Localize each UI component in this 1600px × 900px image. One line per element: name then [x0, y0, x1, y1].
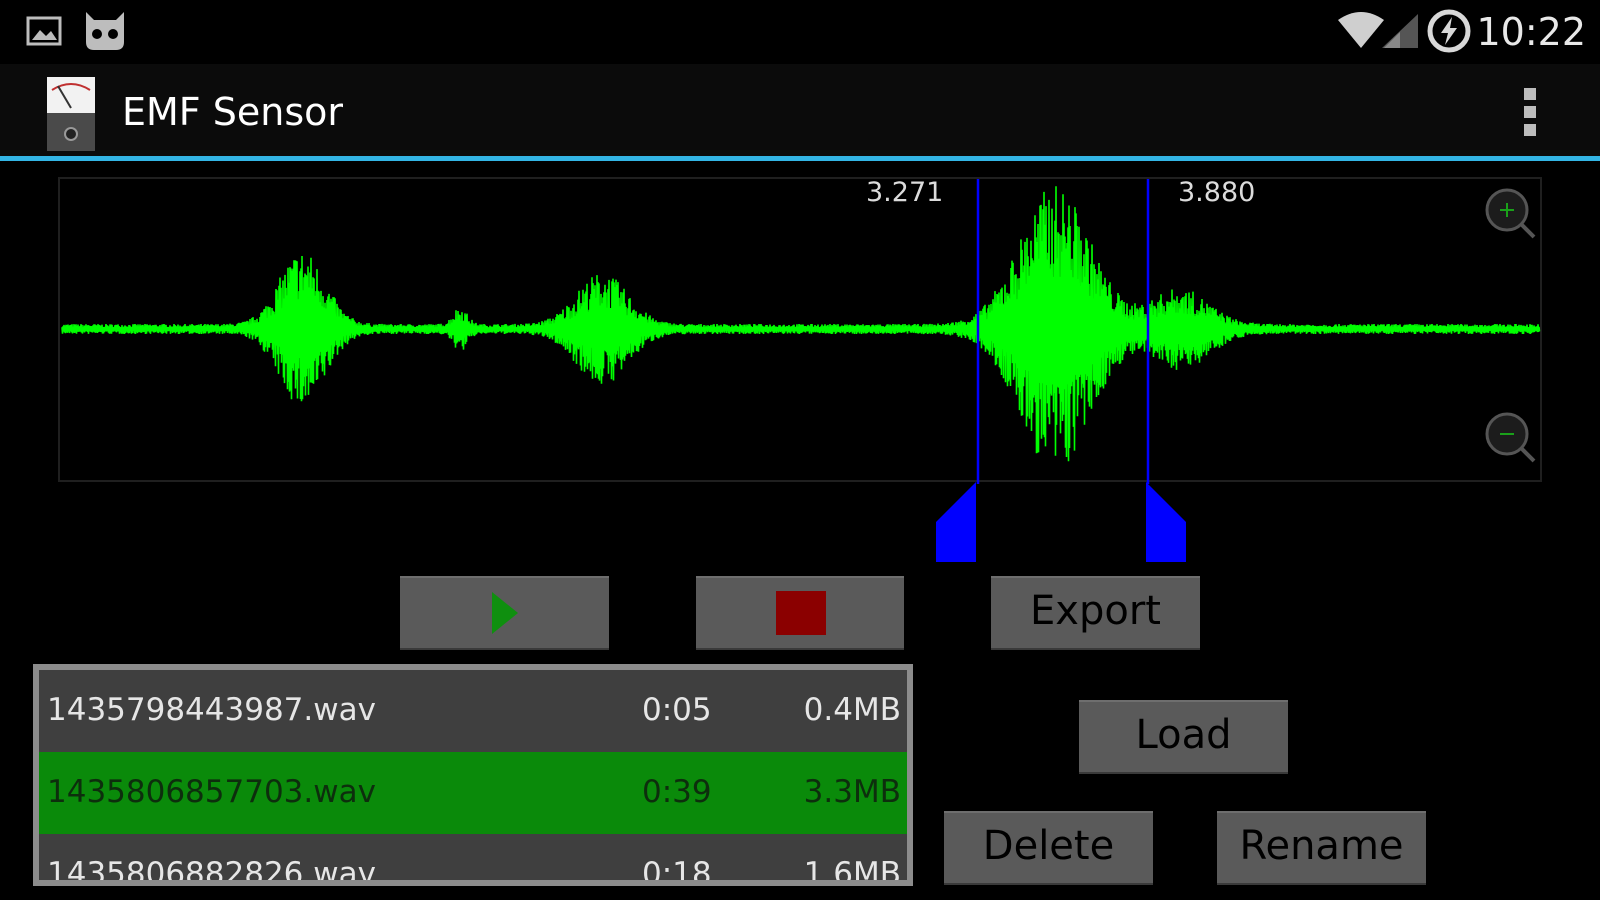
action-bar: EMF Sensor	[0, 64, 1600, 156]
rename-label: Rename	[1239, 823, 1404, 869]
selection-end-handle[interactable]	[1144, 482, 1188, 562]
overflow-menu-icon[interactable]	[1520, 84, 1540, 140]
app-title: EMF Sensor	[122, 90, 343, 134]
stop-button[interactable]	[696, 576, 904, 650]
delete-label: Delete	[982, 823, 1115, 869]
recordings-list[interactable]: 1435798443987.wav 0:05 0.4MB 14358068577…	[33, 664, 913, 886]
status-bar: 10:22	[0, 0, 1600, 64]
selection-start-label: 3.271	[866, 177, 944, 208]
list-item[interactable]: 1435806882826.wav 0:18 1.6MB	[39, 834, 907, 886]
file-name: 1435806857703.wav	[47, 774, 376, 810]
action-bar-divider	[0, 156, 1600, 161]
delete-button[interactable]: Delete	[944, 811, 1153, 885]
status-time: 10:22	[1476, 10, 1586, 54]
file-duration: 0:18	[642, 856, 712, 886]
waveform-view[interactable]	[58, 177, 1544, 484]
stop-icon	[776, 591, 826, 635]
cyanogen-mascot-icon	[86, 12, 124, 50]
emf-meter-icon[interactable]	[46, 76, 96, 152]
zoom-in-icon[interactable]	[1485, 188, 1536, 239]
load-label: Load	[1135, 712, 1232, 758]
file-size: 3.3MB	[803, 774, 901, 810]
battery-charging-icon	[1427, 9, 1471, 53]
gallery-icon	[26, 16, 62, 46]
list-item[interactable]: 1435806857703.wav 0:39 3.3MB	[39, 752, 907, 834]
zoom-out-icon[interactable]	[1485, 412, 1536, 463]
file-name: 1435806882826.wav	[47, 856, 376, 886]
rename-button[interactable]: Rename	[1217, 811, 1426, 885]
file-duration: 0:05	[642, 692, 712, 728]
export-button[interactable]: Export	[991, 576, 1200, 650]
file-size: 1.6MB	[803, 856, 901, 886]
export-label: Export	[1030, 588, 1161, 634]
list-item[interactable]: 1435798443987.wav 0:05 0.4MB	[39, 670, 907, 752]
wifi-icon	[1338, 12, 1384, 48]
file-duration: 0:39	[642, 774, 712, 810]
play-button[interactable]	[400, 576, 609, 650]
waveform-trace	[61, 186, 1541, 462]
file-size: 0.4MB	[803, 692, 901, 728]
selection-start-handle[interactable]	[934, 482, 978, 562]
selection-end-label: 3.880	[1178, 177, 1256, 208]
file-name: 1435798443987.wav	[47, 692, 376, 728]
waveform-graph[interactable]	[60, 179, 1544, 484]
play-icon	[492, 592, 518, 634]
cell-signal-icon	[1382, 14, 1418, 48]
load-button[interactable]: Load	[1079, 700, 1288, 774]
